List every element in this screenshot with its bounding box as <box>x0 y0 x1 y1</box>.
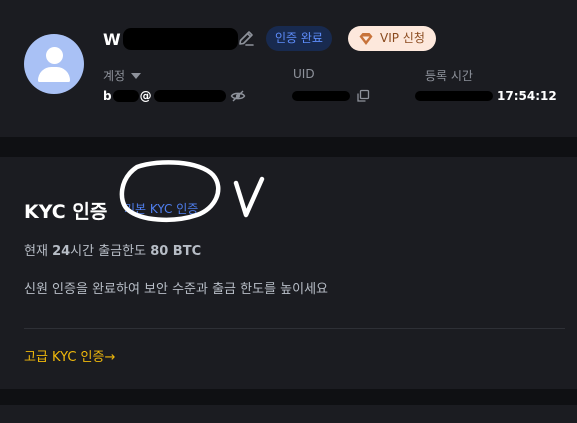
username-redaction <box>122 28 238 50</box>
diamond-icon <box>359 32 373 45</box>
account-redaction-1 <box>112 90 139 102</box>
limit-hours: 24 <box>52 244 71 259</box>
kyc-withdrawal-limit: 현재 24시간 출금한도 80 BTC <box>24 240 201 259</box>
avatar[interactable] <box>24 34 84 94</box>
vip-apply-button[interactable]: VIP 신청 <box>348 26 436 51</box>
uid-redaction <box>292 91 350 101</box>
account-value-at: @ <box>139 89 152 103</box>
hand-drawn-annotation <box>119 160 265 222</box>
username: W <box>103 29 121 49</box>
uid-label: UID <box>293 67 315 81</box>
limit-prefix: 현재 <box>24 244 53 259</box>
verified-badge: 인증 완료 <box>266 26 332 51</box>
page: W 인증 완료 VIP 신청 계정 b @ UID 등록 시간 17:54:12… <box>0 0 577 423</box>
caret-down-icon <box>131 72 142 79</box>
pencil-icon[interactable] <box>236 28 256 48</box>
eye-off-icon[interactable] <box>230 88 246 104</box>
avatar-body-icon <box>38 67 70 82</box>
limit-mid: 시간 출금한도 <box>70 244 151 259</box>
kyc-basic-level: 기본 KYC 인증 <box>124 202 199 216</box>
divider <box>24 328 565 329</box>
username-row: W <box>103 26 238 52</box>
registration-label-wrap: 등록 시간 <box>425 67 473 84</box>
registration-time: 17:54:12 <box>497 89 557 103</box>
registration-label: 등록 시간 <box>425 69 473 83</box>
kyc-title: KYC 인증 <box>24 201 108 223</box>
profile-card: W 인증 완료 VIP 신청 계정 b @ UID 등록 시간 17:54:12 <box>0 0 577 137</box>
account-label: 계정 <box>103 69 126 83</box>
next-card-edge <box>0 405 577 423</box>
limit-amount: 80 BTC <box>150 244 202 259</box>
uid-value <box>292 87 370 105</box>
account-dropdown[interactable]: 계정 <box>103 67 142 84</box>
registration-redaction <box>415 91 493 101</box>
kyc-description: 신원 인증을 완료하여 보안 수준과 출금 한도를 높이세요 <box>24 282 329 297</box>
registration-value: 17:54:12 <box>415 87 557 105</box>
account-value-prefix: b <box>103 89 112 103</box>
copy-icon[interactable] <box>356 89 370 103</box>
avatar-head-icon <box>46 47 63 64</box>
account-value: b @ <box>103 87 246 105</box>
kyc-card: KYC 인증 기본 KYC 인증 현재 24시간 출금한도 80 BTC 신원 … <box>0 157 577 389</box>
vip-apply-label: VIP 신청 <box>380 31 425 45</box>
account-redaction-2 <box>153 90 226 102</box>
advanced-kyc-link[interactable]: 고급 KYC 인증→ <box>24 346 115 365</box>
uid-label-wrap: UID <box>293 67 315 81</box>
